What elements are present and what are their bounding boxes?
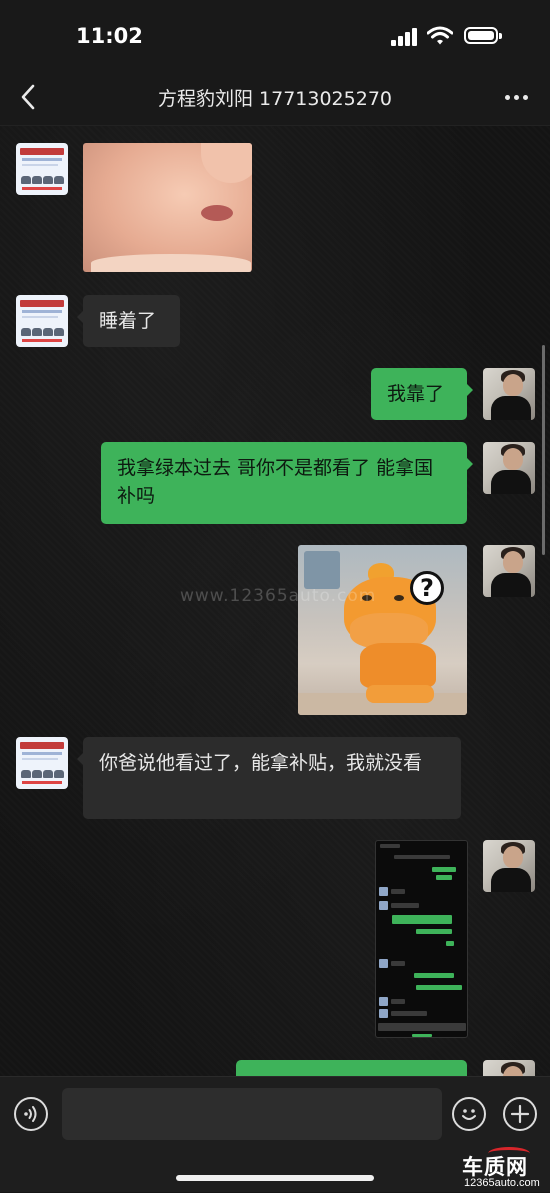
voice-button[interactable] (14, 1097, 48, 1131)
signal-icon (391, 28, 419, 46)
input-bar: 车质网 12365auto.com (0, 1076, 550, 1192)
message-bubble-outgoing[interactable]: 我拿绿本过去 哥你不是都看了 能拿国补吗 (101, 442, 473, 524)
message-bubble-incoming[interactable]: 睡着了 (77, 295, 180, 347)
plus-button[interactable] (503, 1097, 537, 1131)
status-bar: 11:02 (0, 0, 550, 70)
voice-icon (24, 1106, 37, 1122)
message-bubble-outgoing[interactable]: 我靠了 (371, 368, 473, 420)
watermark: www.12365auto.com (180, 586, 377, 606)
scroll-indicator[interactable] (542, 345, 545, 555)
status-time: 11:02 (76, 24, 143, 48)
my-avatar[interactable] (483, 442, 535, 494)
wifi-icon (426, 26, 454, 46)
chat-screenshot-image[interactable] (375, 840, 468, 1038)
my-avatar[interactable] (483, 840, 535, 892)
baby-sticker-image[interactable] (83, 143, 252, 272)
my-avatar[interactable] (483, 368, 535, 420)
my-avatar[interactable] (483, 545, 535, 597)
question-mark-icon: ? (410, 571, 444, 605)
message-input[interactable] (62, 1088, 442, 1140)
contact-avatar[interactable] (16, 737, 68, 789)
hippo-sticker-image[interactable]: ? (298, 545, 467, 715)
site-logo: 车质网 12365auto.com (458, 1147, 548, 1193)
back-button[interactable] (14, 82, 44, 112)
plus-icon (510, 1104, 530, 1124)
home-indicator[interactable] (176, 1175, 374, 1181)
emoji-icon (462, 1109, 476, 1120)
chat-title: 方程豹刘阳 17713025270 (157, 88, 392, 110)
more-button[interactable] (502, 82, 532, 112)
emoji-button[interactable] (452, 1097, 486, 1131)
logo-url: 12365auto.com (464, 1177, 540, 1189)
message-bubble-incoming[interactable]: 你爸说他看过了，能拿补贴，我就没看 (77, 737, 461, 819)
contact-avatar[interactable] (16, 295, 68, 347)
more-dots-icon (505, 95, 510, 100)
chat-header: 方程豹刘阳 17713025270 (0, 70, 550, 126)
battery-icon (464, 27, 502, 44)
contact-avatar[interactable] (16, 143, 68, 195)
chevron-left-icon (21, 84, 35, 110)
